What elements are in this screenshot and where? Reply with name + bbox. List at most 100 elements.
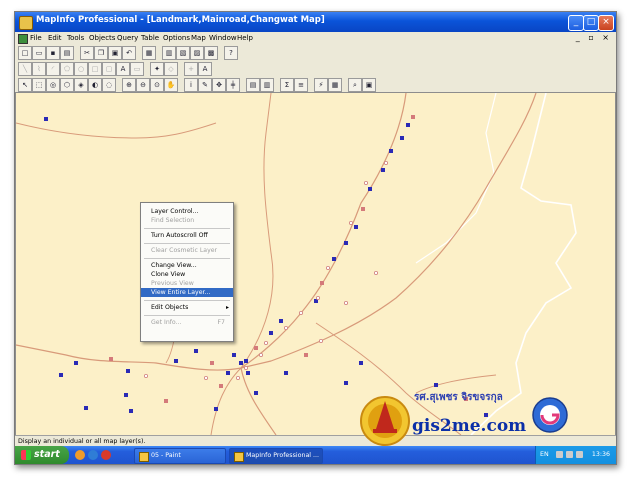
rectangle-icon[interactable]: □ [88, 62, 102, 76]
menu-item-turn-autoscroll-off[interactable]: Turn Autoscroll Off [141, 231, 233, 240]
landmark-symbol[interactable] [406, 123, 410, 127]
landmark-symbol[interactable] [354, 225, 358, 229]
sigma-icon[interactable]: Σ [280, 78, 294, 92]
frame-icon[interactable]: ▭ [130, 62, 144, 76]
menu-tools[interactable]: Tools [67, 34, 84, 42]
landmark-symbol[interactable] [279, 319, 283, 323]
map-icon[interactable]: ▥ [162, 46, 176, 60]
text-icon[interactable]: A [116, 62, 130, 76]
town-symbol[interactable] [283, 325, 288, 330]
town-symbol[interactable] [373, 270, 378, 275]
landmark-symbol[interactable] [254, 391, 258, 395]
landmark-symbol[interactable] [74, 361, 78, 365]
landmark-symbol[interactable] [254, 346, 258, 350]
map-tools-icon[interactable]: ▦ [328, 78, 342, 92]
find-icon[interactable]: ⌕ [348, 78, 362, 92]
menu-map[interactable]: Map [191, 34, 206, 42]
landmark-symbol[interactable] [59, 373, 63, 377]
landmark-symbol[interactable] [361, 207, 365, 211]
info-icon[interactable]: i [184, 78, 198, 92]
town-symbol[interactable] [348, 220, 353, 225]
landmark-symbol[interactable] [320, 281, 324, 285]
town-symbol[interactable] [325, 265, 330, 270]
menu-item-change-view[interactable]: Change View... [141, 261, 233, 270]
landmark-symbol[interactable] [174, 359, 178, 363]
town-symbol[interactable] [258, 352, 263, 357]
menu-query[interactable]: Query [117, 34, 138, 42]
menu-help[interactable]: Help [237, 34, 253, 42]
taskbar-item-mapinfo[interactable]: MapInfo Professional ... [229, 448, 323, 464]
menu-item-view-entire-layer[interactable]: View Entire Layer... [141, 288, 233, 297]
landmark-symbol[interactable] [269, 331, 273, 335]
layer-control-icon[interactable]: ≡ [294, 78, 308, 92]
landmark-symbol[interactable] [381, 168, 385, 172]
town-symbol[interactable] [298, 310, 303, 315]
menu-options[interactable]: Options [163, 34, 190, 42]
redistrict-icon[interactable]: ▩ [204, 46, 218, 60]
save-icon[interactable]: ▪ [46, 46, 60, 60]
landmark-symbol[interactable] [400, 136, 404, 140]
zoom-out-icon[interactable]: ⊖ [136, 78, 150, 92]
landmark-symbol[interactable] [246, 371, 250, 375]
style-icon[interactable]: A [198, 62, 212, 76]
town-symbol[interactable] [143, 373, 148, 378]
copy-icon[interactable]: ❐ [94, 46, 108, 60]
new-icon[interactable]: □ [18, 46, 32, 60]
ellipse-icon[interactable]: ○ [74, 62, 88, 76]
zoom-in-icon[interactable]: ⊕ [122, 78, 136, 92]
town-symbol[interactable] [243, 365, 248, 370]
browse-icon[interactable]: ▦ [142, 46, 156, 60]
select-icon[interactable]: ↖ [18, 78, 32, 92]
landmark-symbol[interactable] [411, 115, 415, 119]
polyline-icon[interactable]: ⌇ [32, 62, 46, 76]
town-symbol[interactable] [343, 300, 348, 305]
menu-objects[interactable]: Objects [89, 34, 115, 42]
town-symbol[interactable] [363, 181, 368, 186]
menu-window[interactable]: Window [209, 34, 237, 42]
landmark-symbol[interactable] [389, 149, 393, 153]
drag-window-icon[interactable]: ✥ [212, 78, 226, 92]
cut-icon[interactable]: ✂ [80, 46, 94, 60]
landmark-symbol[interactable] [344, 241, 348, 245]
arc-icon[interactable]: ◜ [46, 62, 60, 76]
map-canvas[interactable] [16, 93, 615, 435]
town-symbol[interactable] [383, 161, 388, 166]
polygon-select-icon[interactable]: ⬡ [60, 78, 74, 92]
town-symbol[interactable] [203, 375, 208, 380]
mdi-window-controls[interactable]: _ ▫ × [576, 33, 612, 42]
invert-icon[interactable]: ◐ [88, 78, 102, 92]
map-document-icon[interactable] [18, 34, 28, 44]
statistics-icon[interactable]: ▥ [260, 78, 274, 92]
graph-icon[interactable]: ▧ [176, 46, 190, 60]
menu-file[interactable]: File [30, 34, 42, 42]
landmark-symbol[interactable] [239, 361, 243, 365]
symbol-icon[interactable]: ✦ [150, 62, 164, 76]
mapinfo-app-icon[interactable] [19, 16, 33, 30]
print-icon[interactable]: ▤ [60, 46, 74, 60]
firefox-quicklaunch-icon[interactable] [75, 450, 85, 460]
landmark-symbol[interactable] [332, 257, 336, 261]
grabber-icon[interactable]: ✋ [164, 78, 178, 92]
landmark-symbol[interactable] [164, 399, 168, 403]
hotlink-icon[interactable]: ⚡ [314, 78, 328, 92]
landmark-symbol[interactable] [126, 369, 130, 373]
title-bar[interactable]: MapInfo Professional - [Landmark,Mainroa… [15, 12, 616, 32]
maximize-button[interactable]: □ [583, 15, 599, 31]
landmark-symbol[interactable] [129, 409, 133, 413]
line-icon[interactable]: ╲ [18, 62, 32, 76]
taskbar-item-paint[interactable]: 05 - Paint [134, 448, 226, 464]
menu-edit[interactable]: Edit [48, 34, 62, 42]
town-symbol[interactable] [315, 295, 320, 300]
menu-item-edit-objects[interactable]: Edit Objects ▸ [141, 303, 233, 312]
label-icon[interactable]: ✎ [198, 78, 212, 92]
landmark-symbol[interactable] [284, 371, 288, 375]
help-icon[interactable]: ? [224, 46, 238, 60]
add-node-icon[interactable]: + [184, 62, 198, 76]
landmark-symbol[interactable] [109, 357, 113, 361]
landmark-symbol[interactable] [194, 349, 198, 353]
rounded-rect-icon[interactable]: ▢ [102, 62, 116, 76]
landmark-symbol[interactable] [219, 384, 223, 388]
ruler-icon[interactable]: ╪ [226, 78, 240, 92]
landmark-symbol[interactable] [359, 361, 363, 365]
open-icon[interactable]: ▭ [32, 46, 46, 60]
